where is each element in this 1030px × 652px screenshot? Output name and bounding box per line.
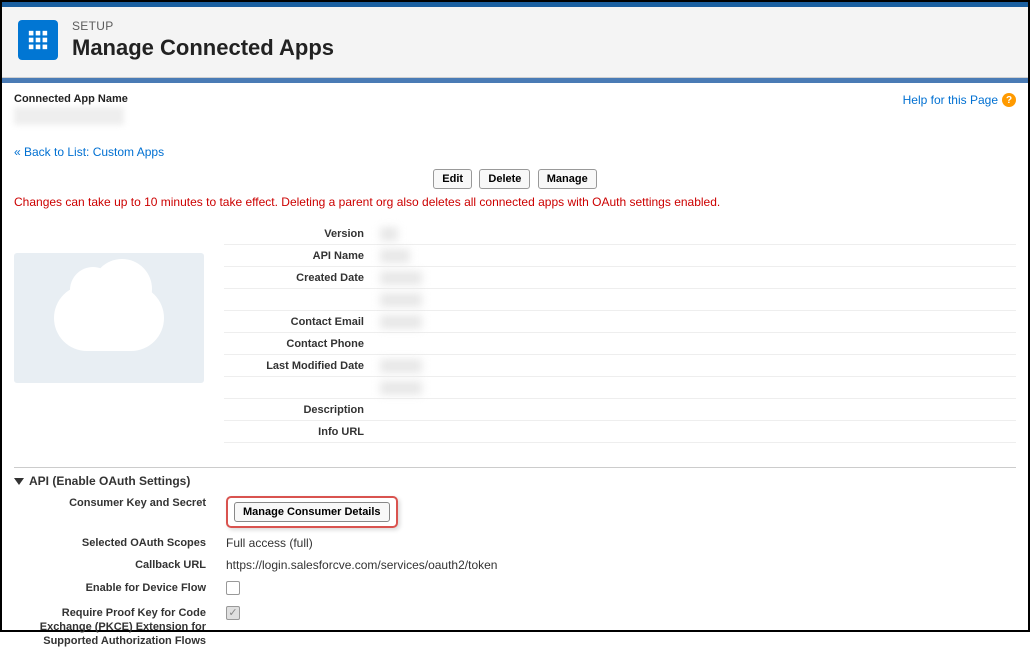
help-icon: ? xyxy=(1002,93,1016,107)
manage-button[interactable]: Manage xyxy=(538,169,597,189)
delete-button[interactable]: Delete xyxy=(479,169,530,189)
contact-phone-label: Contact Phone xyxy=(224,338,380,350)
help-link-text: Help for this Page xyxy=(903,93,998,107)
last-modified-label: Last Modified Date xyxy=(224,360,380,372)
page-header: SETUP Manage Connected Apps xyxy=(2,7,1028,78)
created-date-label: Created Date xyxy=(224,272,380,284)
callback-url-value: https://login.salesforcve.com/services/o… xyxy=(226,558,1016,572)
highlight-box: Manage Consumer Details xyxy=(226,496,398,528)
collapse-triangle-icon xyxy=(14,478,24,485)
oauth-scopes-label: Selected OAuth Scopes xyxy=(14,536,226,550)
device-flow-checkbox[interactable] xyxy=(226,581,240,595)
action-buttons: Edit Delete Manage xyxy=(14,169,1016,189)
version-label: Version xyxy=(224,228,380,240)
api-name-value: xxxxx xyxy=(380,249,410,263)
pkce-checkbox[interactable]: ✓ xyxy=(226,606,240,620)
created-by-value: xxxxxxx xyxy=(380,293,422,307)
help-link[interactable]: Help for this Page ? xyxy=(903,93,1016,107)
edit-button[interactable]: Edit xyxy=(433,169,472,189)
apps-grid-icon xyxy=(18,20,58,60)
pkce-label: Require Proof Key for Code Exchange (PKC… xyxy=(14,606,226,649)
oauth-scopes-value: Full access (full) xyxy=(226,536,1016,550)
contact-email-value: xxxxxxx xyxy=(380,315,422,329)
consumer-key-label: Consumer Key and Secret xyxy=(14,496,226,510)
last-modified-value: xxxxxxx xyxy=(380,359,422,373)
contact-email-label: Contact Email xyxy=(224,316,380,328)
description-label: Description xyxy=(224,404,380,416)
api-name-label: API Name xyxy=(224,250,380,262)
device-flow-label: Enable for Device Flow xyxy=(14,581,226,595)
connected-app-name-value xyxy=(14,107,124,125)
created-date-value: xxxxxxx xyxy=(380,271,422,285)
connected-app-name-label: Connected App Name xyxy=(14,93,128,105)
api-section-header[interactable]: API (Enable OAuth Settings) xyxy=(14,467,1016,492)
info-url-label: Info URL xyxy=(224,426,380,438)
modified-by-value: xxxxxxx xyxy=(380,381,422,395)
manage-consumer-details-button[interactable]: Manage Consumer Details xyxy=(234,502,390,522)
setup-label: SETUP xyxy=(72,19,334,33)
version-value: xxx xyxy=(380,227,398,241)
api-section-title: API (Enable OAuth Settings) xyxy=(29,474,190,488)
back-link[interactable]: « Back to List: Custom Apps xyxy=(14,145,164,159)
cloud-icon xyxy=(54,285,164,351)
warning-text: Changes can take up to 10 minutes to tak… xyxy=(14,195,1016,209)
page-title: Manage Connected Apps xyxy=(72,35,334,61)
app-logo-placeholder xyxy=(14,253,204,383)
callback-url-label: Callback URL xyxy=(14,558,226,572)
